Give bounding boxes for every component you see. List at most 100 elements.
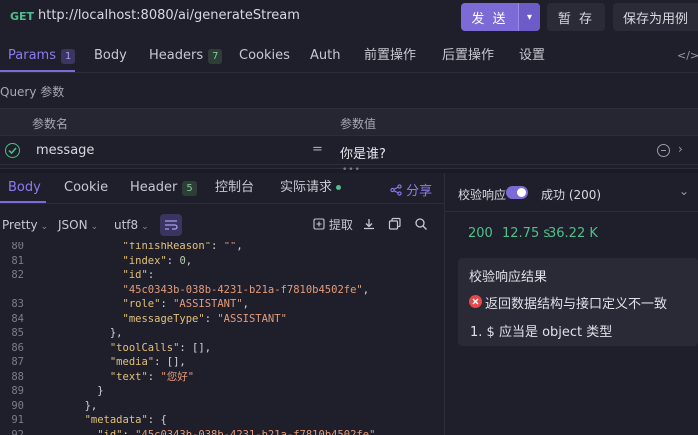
save-as-case-button[interactable]: 保存为用例: [613, 3, 698, 31]
request-tabs: Params 1 Body Headers 7 Cookies Auth 前置操作 …: [0, 42, 698, 72]
validation-error-message: 返回数据结构与接口定义不一致: [485, 297, 668, 312]
code-text: "media": [],: [109, 356, 186, 368]
code-icon[interactable]: </>: [677, 42, 698, 72]
word-wrap-button[interactable]: [160, 214, 182, 236]
status-dot: [336, 185, 342, 190]
tab-console[interactable]: 控制台: [215, 176, 254, 202]
validate-toggle[interactable]: [506, 186, 528, 199]
response-tabs: Body Cookie Header 5 控制台 实际请求: [0, 176, 444, 202]
code-line: 92 "id": "45c0343b-038b-4231-b21a-f7810b…: [0, 428, 444, 435]
validation-result-title: 校验响应结果: [469, 270, 548, 285]
line-number: 80: [11, 242, 24, 252]
content-type-select[interactable]: JSON ⌄: [58, 212, 98, 238]
share-button[interactable]: 分享: [390, 180, 432, 199]
response-body-editor[interactable]: 80 "finishReason": "", 81 "index": 0, 82 "…: [0, 242, 444, 435]
code-line: 81 "index": 0,: [0, 254, 444, 269]
tab-params[interactable]: Params 1: [8, 42, 76, 72]
code-text: "role": "ASSISTANT",: [122, 298, 249, 310]
chevron-down-icon[interactable]: ⌄: [679, 184, 689, 198]
download-icon[interactable]: [362, 217, 378, 233]
tab-label: 控制台: [215, 180, 255, 195]
code-text: "id":: [122, 269, 155, 281]
tab-headers[interactable]: Headers 7: [149, 42, 223, 72]
tab-pre-operations[interactable]: 前置操作: [364, 42, 416, 72]
code-text: "messageType": "ASSISTANT": [122, 312, 287, 325]
share-icon: [390, 184, 402, 196]
line-number: 86: [11, 341, 24, 354]
extract-label: 提取: [328, 218, 353, 232]
line-number: 82: [11, 269, 24, 281]
validate-response-label: 校验响应: [458, 188, 507, 202]
tab-body[interactable]: Body: [94, 42, 127, 72]
code-line: 83 "role": "ASSISTANT",: [0, 297, 444, 312]
tab-label: 实际请求: [280, 180, 333, 195]
send-dropdown-button[interactable]: ▾: [518, 3, 540, 31]
code-text: "text": "您好": [109, 370, 195, 383]
tab-label: 设置: [519, 48, 546, 63]
panel-divider[interactable]: [444, 173, 445, 435]
copy-icon[interactable]: [388, 217, 404, 233]
extract-button[interactable]: 提取: [313, 212, 353, 238]
validation-error-detail: 1. $ 应当是 object 类型: [470, 325, 613, 340]
drag-handle-icon[interactable]: •••: [342, 165, 361, 175]
send-button[interactable]: 发 送: [461, 3, 518, 31]
send-button-group: 发 送 ▾: [461, 3, 540, 31]
format-select[interactable]: Pretty ⌄: [2, 212, 48, 238]
tab-badge: 5: [182, 181, 197, 196]
code-text: "index": 0,: [122, 254, 193, 267]
chevron-right-icon[interactable]: ›: [678, 142, 683, 156]
code-text: }: [34, 385, 104, 397]
line-number: 88: [11, 370, 24, 383]
expected-status-select[interactable]: 成功 (200): [541, 186, 601, 203]
divider: [0, 203, 444, 204]
tab-label: Cookie: [64, 180, 109, 195]
code-text: "toolCalls": [],: [109, 341, 212, 354]
encoding-select[interactable]: utf8 ⌄: [114, 212, 149, 238]
tab-label: Body: [8, 180, 41, 195]
tab-label: Headers: [149, 48, 204, 63]
tab-cookies[interactable]: Cookies: [239, 42, 290, 72]
tab-post-operations[interactable]: 后置操作: [442, 42, 494, 72]
code-line: 87 "media": [],: [0, 355, 444, 370]
check-circle-icon[interactable]: [5, 143, 20, 158]
tab-actual-request[interactable]: 实际请求: [280, 176, 342, 202]
tab-response-cookie[interactable]: Cookie: [64, 176, 108, 202]
tab-response-body[interactable]: Body: [8, 176, 41, 202]
code-text: "metadata": {: [84, 414, 167, 426]
param-value-field[interactable]: 你是谁?: [340, 143, 386, 162]
divider: [445, 211, 698, 212]
tab-auth[interactable]: Auth: [310, 42, 340, 72]
remove-param-icon[interactable]: [657, 144, 670, 157]
content-type-value: JSON: [58, 218, 88, 232]
search-icon[interactable]: [414, 217, 430, 233]
encoding-value: utf8: [114, 218, 139, 232]
response-size: 36.22 K: [548, 226, 598, 241]
validation-result-card: 校验响应结果 返回数据结构与接口定义不一致 1. $ 应当是 object 类型: [458, 258, 698, 346]
line-number: 91: [11, 414, 24, 426]
line-number: 90: [11, 399, 24, 412]
line-number: 92: [11, 428, 24, 435]
status-code: 200: [468, 226, 493, 241]
http-method[interactable]: GET: [10, 10, 34, 23]
code-line: 80 "finishReason": "",: [0, 242, 444, 254]
tab-label: Body: [94, 48, 127, 63]
chevron-down-icon: ⌄: [40, 222, 49, 232]
url-input[interactable]: http://localhost:8080/ai/generateStream: [38, 8, 300, 23]
table-row: message = 你是谁? ›: [0, 137, 698, 165]
tab-label: Header: [130, 180, 178, 195]
tab-settings[interactable]: 设置: [519, 42, 545, 72]
code-line: 88 "text": "您好": [0, 370, 444, 385]
response-time: 12.75 s: [502, 226, 551, 241]
param-name-field[interactable]: message: [36, 143, 94, 158]
line-number: 83: [11, 298, 24, 310]
param-operator: =: [312, 142, 323, 157]
param-value-header: 参数值: [340, 117, 377, 131]
tab-response-header[interactable]: Header 5: [130, 176, 197, 202]
code-line: 84 "messageType": "ASSISTANT": [0, 312, 444, 327]
code-text: "45c0343b-038b-4231-b21a-f7810b4502fe",: [122, 283, 370, 296]
code-text: },: [34, 327, 123, 339]
save-button[interactable]: 暂 存: [547, 3, 605, 31]
chevron-down-icon: ⌄: [90, 222, 99, 232]
params-table-header: 参数名 参数值: [0, 108, 698, 136]
tab-label: Cookies: [239, 48, 290, 63]
